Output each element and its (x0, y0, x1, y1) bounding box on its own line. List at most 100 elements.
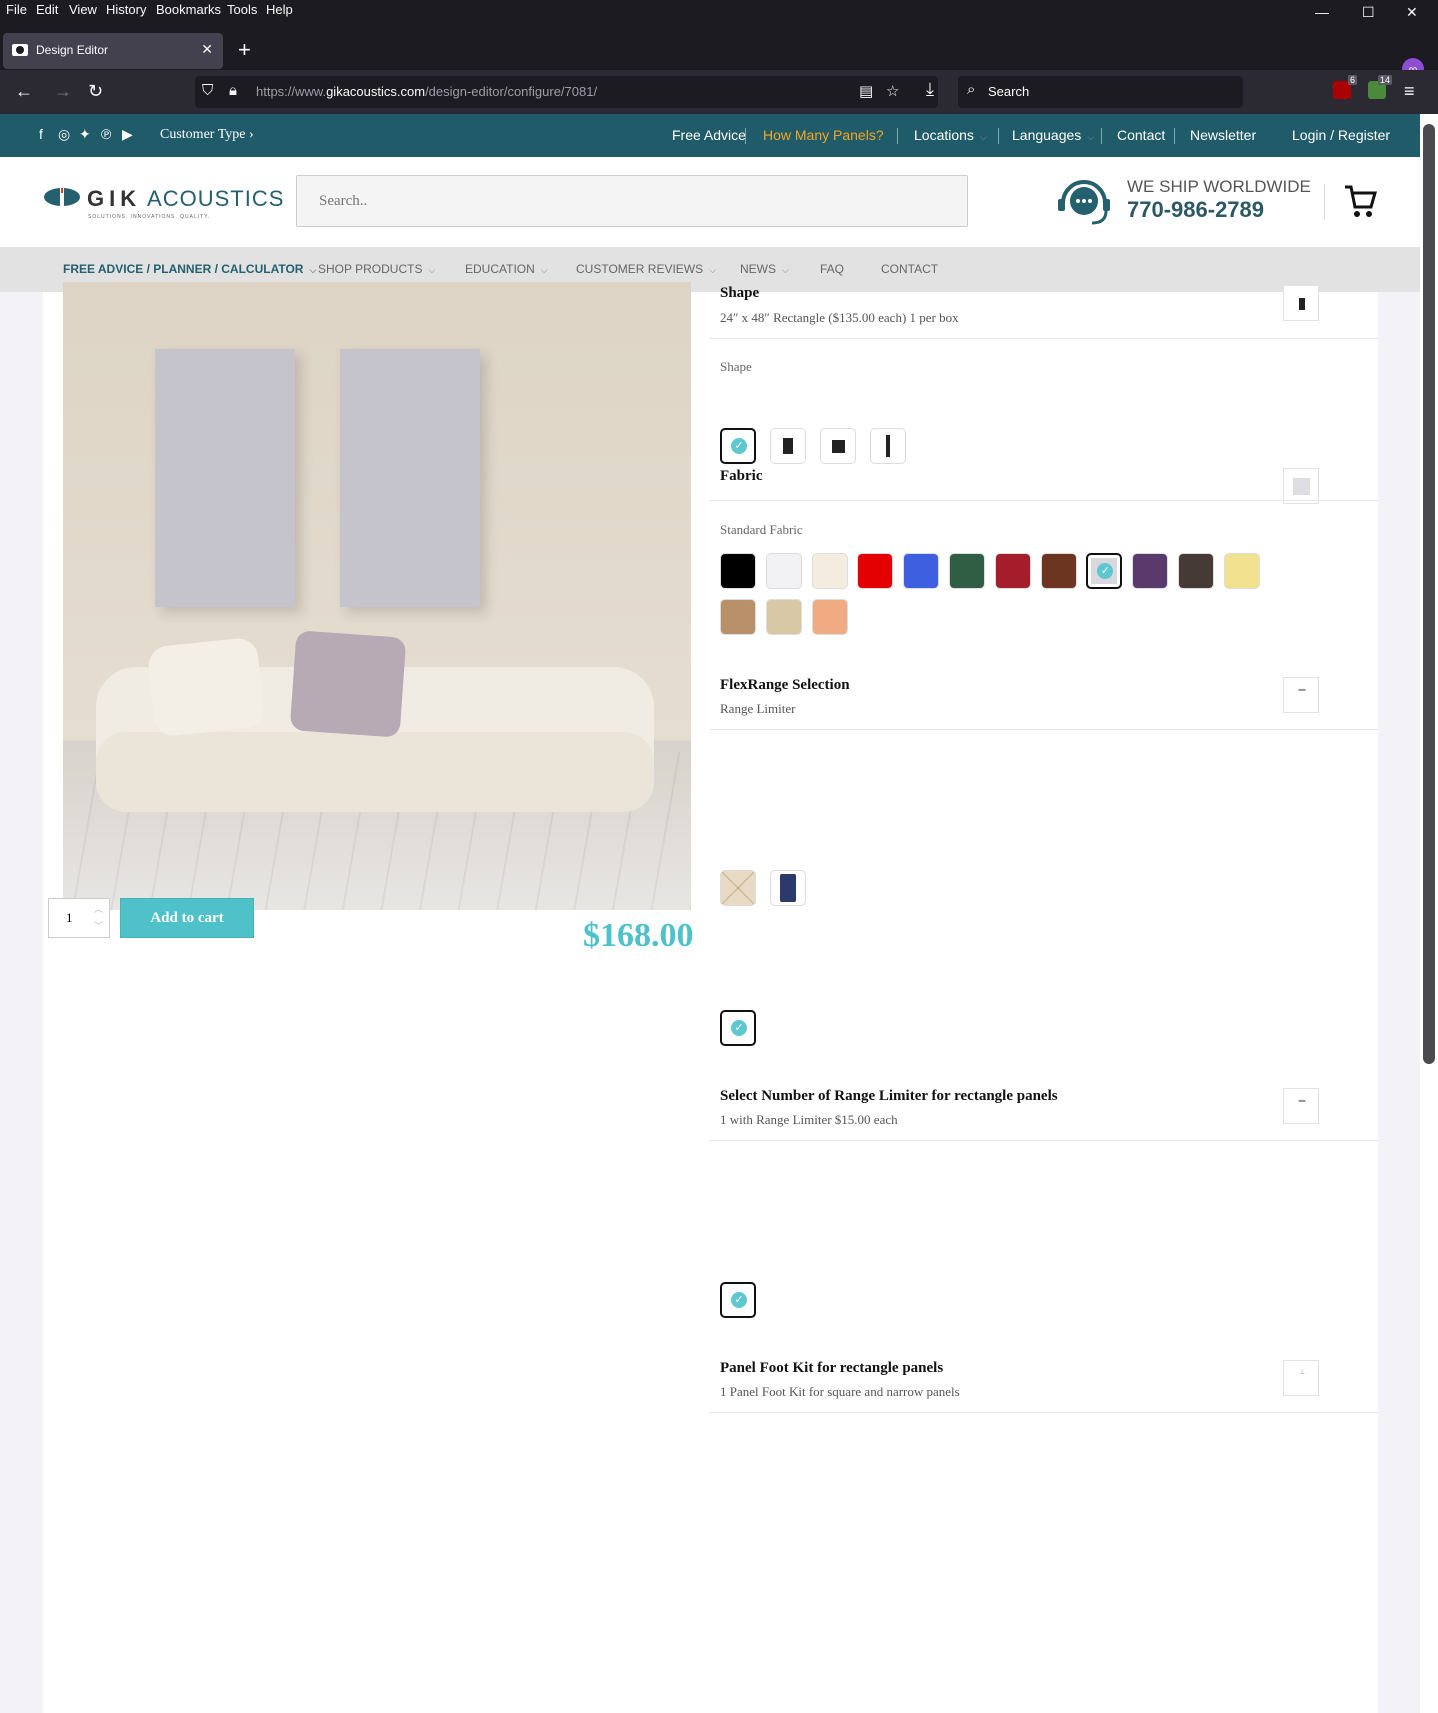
chevron-down-icon: ⌵ (309, 265, 317, 275)
new-tab-icon[interactable]: + (238, 37, 251, 63)
back-icon[interactable]: ← (15, 81, 33, 102)
ublock-extension-icon[interactable]: 6 (1333, 75, 1357, 99)
flexrange-thumbnail[interactable]: ▬ (1283, 677, 1319, 713)
fabric-swatch[interactable]: ✓ (1086, 553, 1123, 589)
shape-option-narrow[interactable] (770, 428, 806, 464)
nav-education-label: EDUCATION (465, 262, 535, 276)
fabric-swatch[interactable] (903, 553, 940, 589)
gik-logo-icon[interactable] (44, 187, 80, 207)
browser-search-box[interactable]: ⌕ Search (958, 76, 1243, 108)
shape-option-rectangle[interactable]: ✓ (720, 428, 756, 464)
nav-education[interactable]: EDUCATION ⌵ (465, 262, 548, 276)
tab-close-icon[interactable]: ✕ (201, 41, 213, 58)
maximize-icon[interactable]: ☐ (1362, 4, 1375, 21)
reader-view-icon[interactable]: ▤ (859, 82, 873, 100)
quantity-stepper[interactable]: ︿ ﹀ (48, 898, 110, 938)
twitter-icon[interactable]: ✦ (79, 126, 91, 143)
login-register-link[interactable]: Login / Register (1292, 127, 1390, 143)
cart-icon[interactable] (1343, 183, 1377, 219)
menu-bookmarks[interactable]: Bookmarks (156, 2, 221, 17)
foot-kit-thumbnail[interactable]: ⊥ (1283, 1360, 1319, 1396)
site-search[interactable] (296, 175, 968, 227)
shape-label: Shape (720, 359, 752, 374)
nav-customer-reviews[interactable]: CUSTOMER REVIEWS ⌵ (576, 262, 716, 276)
flexrange-option-none[interactable] (720, 870, 756, 906)
chevron-down-icon: ⌵ (540, 265, 548, 275)
navigation-toolbar: ← → ↻ ⛉ 🔒︎ https://www.gikacoustics.com/… (0, 70, 1438, 114)
menu-view[interactable]: View (69, 2, 97, 17)
bookmark-star-icon[interactable]: ☆ (886, 82, 899, 100)
nav-faq[interactable]: FAQ (820, 262, 844, 276)
close-window-icon[interactable]: ✕ (1406, 4, 1418, 21)
how-many-panels-link[interactable]: How Many Panels? (763, 127, 884, 143)
fabric-swatch[interactable] (811, 599, 848, 635)
phone-number[interactable]: 770-986-2789 (1127, 197, 1264, 223)
downloads-icon[interactable]: ⤓ (926, 79, 934, 100)
logo-text[interactable]: GIK ACOUSTICS (87, 186, 284, 212)
free-advice-link[interactable]: Free Advice (672, 127, 746, 143)
locations-link[interactable]: Locations ⌵ (914, 127, 987, 143)
pinterest-icon[interactable]: ℗ (101, 126, 111, 142)
nav-customer-reviews-label: CUSTOMER REVIEWS (576, 262, 704, 276)
fabric-swatch[interactable] (1178, 553, 1214, 589)
shape-thumbnail[interactable] (1283, 285, 1319, 321)
fabric-swatch[interactable] (1040, 553, 1077, 589)
fabric-swatch[interactable] (720, 599, 756, 635)
customer-type-link[interactable]: Customer Type › (160, 127, 254, 143)
fabric-swatch[interactable] (720, 553, 756, 589)
range-limiter-thumbnail[interactable]: ▬ (1283, 1088, 1319, 1124)
shape-option-tall[interactable] (870, 428, 906, 464)
reload-icon[interactable]: ↻ (88, 81, 103, 102)
hamburger-menu-icon[interactable]: ≡ (1404, 81, 1415, 102)
increment-icon[interactable]: ︿ (94, 902, 103, 915)
contact-link[interactable]: Contact (1117, 127, 1165, 143)
extension-icon[interactable]: 14 (1368, 75, 1392, 99)
checkmark-icon: ✓ (1097, 563, 1114, 579)
fabric-swatch[interactable] (811, 553, 848, 589)
chevron-down-icon: ⌵ (1087, 132, 1095, 142)
fabric-swatch[interactable] (949, 553, 985, 589)
design-editor-content: ︿ ﹀ Add to cart $168.00 Shape 24″ x 48″ … (43, 282, 1378, 1713)
menu-tools[interactable]: Tools (227, 2, 257, 17)
decrement-icon[interactable]: ﹀ (94, 919, 103, 932)
menu-history[interactable]: History (106, 2, 146, 17)
menu-help[interactable]: Help (266, 2, 293, 17)
url-text[interactable]: https://www.gikacoustics.com/design-edit… (256, 84, 597, 99)
languages-link[interactable]: Languages ⌵ (1012, 127, 1094, 143)
nav-shop-products[interactable]: SHOP PRODUCTS ⌵ (318, 262, 435, 276)
shape-option-square[interactable] (820, 428, 856, 464)
menu-file[interactable]: File (6, 2, 27, 17)
nav-news[interactable]: NEWS ⌵ (740, 262, 789, 276)
site-search-input[interactable] (297, 176, 967, 226)
tab-design-editor[interactable]: Design Editor ✕ (3, 33, 223, 69)
facebook-icon[interactable]: f (39, 126, 43, 142)
nav-free-advice-label: FREE ADVICE / PLANNER / CALCULATOR (63, 262, 304, 276)
quantity-input[interactable] (49, 899, 89, 937)
fabric-swatch[interactable] (765, 599, 802, 635)
address-bar[interactable]: ⛉ 🔒︎ https://www.gikacoustics.com/design… (195, 76, 938, 108)
tracking-shield-icon[interactable]: ⛉ (202, 82, 213, 99)
add-to-cart-button[interactable]: Add to cart (120, 898, 254, 938)
forward-icon[interactable]: → (54, 81, 72, 102)
menu-edit[interactable]: Edit (36, 2, 58, 17)
instagram-icon[interactable]: ◎ (58, 126, 70, 143)
fabric-swatch[interactable] (857, 553, 894, 589)
fabric-swatch[interactable] (765, 553, 802, 589)
minimize-icon[interactable]: — (1315, 4, 1329, 20)
page-scrollbar[interactable] (1420, 114, 1438, 1713)
nav-free-advice[interactable]: FREE ADVICE / PLANNER / CALCULATOR ⌵ (63, 262, 316, 276)
youtube-icon[interactable]: ▶ (122, 126, 133, 143)
scrollbar-thumb[interactable] (1423, 124, 1435, 1064)
fabric-option-title: Fabric (720, 468, 763, 484)
flexrange-confirm[interactable]: ✓ (720, 1010, 756, 1046)
chevron-down-icon: ⌵ (709, 265, 716, 275)
fabric-swatch[interactable] (1223, 553, 1260, 589)
fabric-swatch[interactable] (1132, 553, 1169, 589)
flexrange-option-range-limiter[interactable] (770, 870, 806, 906)
nav-contact[interactable]: CONTACT (881, 262, 938, 276)
fabric-thumbnail[interactable] (1283, 468, 1319, 504)
lock-icon[interactable]: 🔒︎ (229, 82, 237, 99)
fabric-swatch[interactable] (994, 553, 1031, 589)
newsletter-link[interactable]: Newsletter (1190, 127, 1256, 143)
range-limiter-count-option[interactable]: ✓ (720, 1282, 756, 1318)
